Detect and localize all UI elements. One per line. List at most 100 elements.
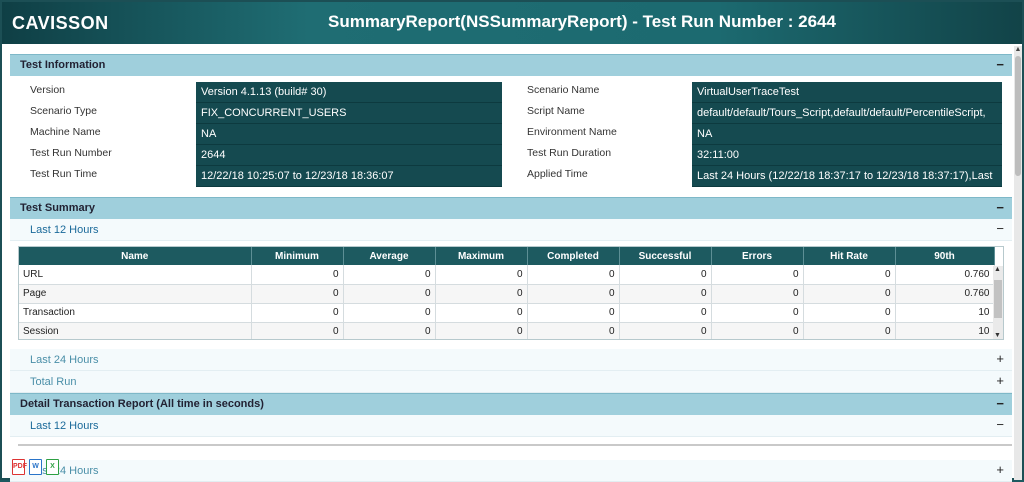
table-cell: 0 [527, 284, 620, 304]
table-cell: 0 [343, 322, 436, 339]
column-header-hit-rate[interactable]: Hit Rate [803, 247, 896, 265]
detail-transaction-title: Detail Transaction Report (All time in s… [20, 398, 264, 410]
scroll-up-icon[interactable]: ▲ [994, 266, 1001, 273]
table-row[interactable]: Page 0 0 0 0 0 0 0 0.760 [19, 284, 995, 304]
table-row[interactable]: Transaction 0 0 0 0 0 0 0 10 [19, 303, 995, 323]
divider [18, 444, 1012, 446]
table-row[interactable]: URL 0 0 0 0 0 0 0 0.760 [19, 265, 995, 285]
expand-icon[interactable]: + [996, 462, 1004, 477]
test-run-number-value: 2644 [196, 145, 502, 166]
table-cell: URL [19, 265, 252, 285]
table-cell: 0 [251, 284, 344, 304]
column-header-name[interactable]: Name [19, 247, 252, 265]
table-cell: Session [19, 322, 252, 339]
test-information-title: Test Information [20, 59, 106, 71]
column-header-90th[interactable]: 90th [895, 247, 995, 265]
table-cell: 0 [343, 303, 436, 323]
script-name-value: default/default/Tours_Script,default/def… [692, 103, 1002, 124]
test-summary-title: Test Summary [20, 202, 95, 214]
test-run-duration-value: 32:11:00 [692, 145, 1002, 166]
test-run-time-value: 12/22/18 10:25:07 to 12/23/18 18:36:07 [196, 166, 502, 187]
table-header-row: Name Minimum Average Maximum Completed S… [19, 247, 995, 265]
summary-last-24-hours-header[interactable]: Last 24 Hours + [10, 349, 1012, 371]
table-cell: 0 [619, 265, 712, 285]
table-cell: 0 [527, 322, 620, 339]
table-cell: 0 [711, 322, 804, 339]
summary-last-12-hours-header[interactable]: Last 12 Hours − [10, 219, 1012, 241]
scenario-name-label: Scenario Name [527, 84, 600, 96]
column-header-errors[interactable]: Errors [711, 247, 804, 265]
summary-last-24-hours-label: Last 24 Hours [30, 354, 99, 366]
detail-last-12-hours-header[interactable]: Last 12 Hours − [10, 415, 1012, 437]
table-cell: Transaction [19, 303, 252, 323]
column-header-completed[interactable]: Completed [527, 247, 620, 265]
table-cell: 0 [619, 303, 712, 323]
version-label: Version [30, 84, 66, 96]
table-cell: 0 [435, 303, 528, 323]
collapse-icon[interactable]: − [996, 221, 1004, 236]
table-cell: 0 [435, 322, 528, 339]
expand-icon[interactable]: + [996, 351, 1004, 366]
scenario-type-value: FIX_CONCURRENT_USERS [196, 103, 502, 124]
test-run-duration-label: Test Run Duration [527, 147, 612, 159]
applied-time-value: Last 24 Hours (12/22/18 18:37:17 to 12/2… [692, 166, 1002, 187]
test-information-grid: Version Scenario Type Machine Name Test … [10, 76, 1012, 187]
column-header-successful[interactable]: Successful [619, 247, 712, 265]
test-information-header[interactable]: Test Information − [10, 54, 1012, 76]
excel-export-icon[interactable]: X [46, 459, 59, 475]
table-cell: 0.760 [895, 265, 995, 285]
word-export-icon[interactable]: W [29, 459, 42, 475]
pdf-export-icon[interactable]: PDF [12, 459, 27, 475]
column-header-minimum[interactable]: Minimum [251, 247, 344, 265]
test-summary-header[interactable]: Test Summary − [10, 197, 1012, 219]
collapse-icon[interactable]: − [996, 396, 1004, 411]
detail-last-24-hours-header[interactable]: Last 24 Hours + [10, 460, 1012, 482]
environment-name-label: Environment Name [527, 126, 617, 138]
column-header-average[interactable]: Average [343, 247, 436, 265]
table-cell: 0 [803, 265, 896, 285]
table-cell: 0 [527, 265, 620, 285]
export-toolbar: PDF W X [12, 459, 62, 479]
page-scrollbar[interactable]: ▲ [1014, 46, 1022, 480]
applied-time-label: Applied Time [527, 168, 588, 180]
summary-total-run-label: Total Run [30, 376, 77, 388]
column-header-maximum[interactable]: Maximum [435, 247, 528, 265]
table-cell: 0 [711, 284, 804, 304]
page-scroll-thumb[interactable] [1015, 56, 1021, 176]
collapse-icon[interactable]: − [996, 57, 1004, 72]
machine-name-value: NA [196, 124, 502, 145]
expand-icon[interactable]: + [996, 373, 1004, 388]
table-cell: 0 [803, 284, 896, 304]
detail-transaction-header[interactable]: Detail Transaction Report (All time in s… [10, 393, 1012, 415]
scenario-type-label: Scenario Type [30, 105, 97, 117]
collapse-icon[interactable]: − [996, 417, 1004, 432]
table-cell: 0 [803, 303, 896, 323]
report-content: Test Information − Version Scenario Type… [10, 54, 1012, 482]
test-run-number-label: Test Run Number [30, 147, 112, 159]
detail-last-12-hours-label: Last 12 Hours [30, 420, 99, 432]
collapse-icon[interactable]: − [996, 200, 1004, 215]
machine-name-label: Machine Name [30, 126, 101, 138]
summary-table: Name Minimum Average Maximum Completed S… [18, 246, 1004, 340]
table-cell: 0 [619, 284, 712, 304]
table-cell: 0 [803, 322, 896, 339]
table-cell: 0 [251, 322, 344, 339]
table-cell: 0 [343, 284, 436, 304]
table-cell: 0.760 [895, 284, 995, 304]
summary-total-run-header[interactable]: Total Run + [10, 371, 1012, 393]
scroll-up-arrow-icon[interactable]: ▲ [1014, 46, 1022, 54]
report-title: SummaryReport(NSSummaryReport) - Test Ru… [328, 12, 836, 31]
table-scrollbar[interactable]: ▲ ▼ [993, 266, 1003, 339]
table-cell: 0 [435, 265, 528, 285]
scroll-down-icon[interactable]: ▼ [994, 332, 1001, 339]
table-cell: 0 [711, 303, 804, 323]
table-cell: 0 [251, 303, 344, 323]
table-cell: Page [19, 284, 252, 304]
environment-name-value: NA [692, 124, 1002, 145]
table-scroll-thumb[interactable] [994, 280, 1002, 318]
table-row[interactable]: Session 0 0 0 0 0 0 0 10 [19, 322, 995, 339]
test-run-time-label: Test Run Time [30, 168, 98, 180]
table-cell: 0 [251, 265, 344, 285]
table-cell: 0 [527, 303, 620, 323]
scenario-name-value: VirtualUserTraceTest [692, 82, 1002, 103]
